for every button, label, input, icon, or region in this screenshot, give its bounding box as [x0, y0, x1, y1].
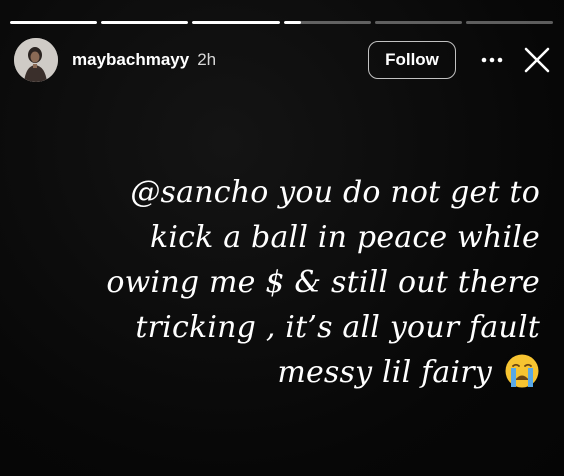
story-progress-bar: [10, 21, 554, 24]
caption-line: owing me $ & still out there: [106, 265, 540, 300]
caption-line: @sancho you do not get to: [130, 175, 540, 210]
caption-line-last: messy lil fairy: [40, 350, 540, 395]
progress-segment: [192, 21, 280, 24]
progress-segment-fill: [283, 21, 301, 24]
story-header: maybachmayy 2h Follow: [14, 38, 552, 82]
progress-segment-fill: [101, 21, 189, 24]
close-icon: [524, 47, 550, 73]
progress-segment: [10, 21, 98, 24]
follow-button[interactable]: Follow: [368, 41, 456, 79]
caption-line: tricking , it’s all your fault: [135, 310, 540, 345]
username[interactable]: maybachmayy: [72, 50, 189, 70]
more-options-button[interactable]: [478, 46, 506, 74]
story-caption: @sancho you do not get to kick a ball in…: [40, 170, 540, 395]
progress-segment-fill: [10, 21, 98, 24]
progress-segment: [283, 21, 371, 24]
story-viewer[interactable]: maybachmayy 2h Follow @sancho you do not…: [0, 0, 564, 476]
progress-segment-fill: [192, 21, 280, 24]
progress-segment: [101, 21, 189, 24]
close-button[interactable]: [522, 45, 552, 75]
timestamp: 2h: [197, 50, 217, 69]
ellipsis-icon: [481, 57, 503, 63]
progress-segment: [465, 21, 554, 24]
progress-segment: [374, 21, 462, 24]
avatar[interactable]: [14, 38, 58, 82]
caption-line: messy lil fairy: [277, 355, 492, 390]
crying-face-emoji-icon: [505, 354, 539, 388]
caption-line: kick a ball in peace while: [149, 220, 540, 255]
